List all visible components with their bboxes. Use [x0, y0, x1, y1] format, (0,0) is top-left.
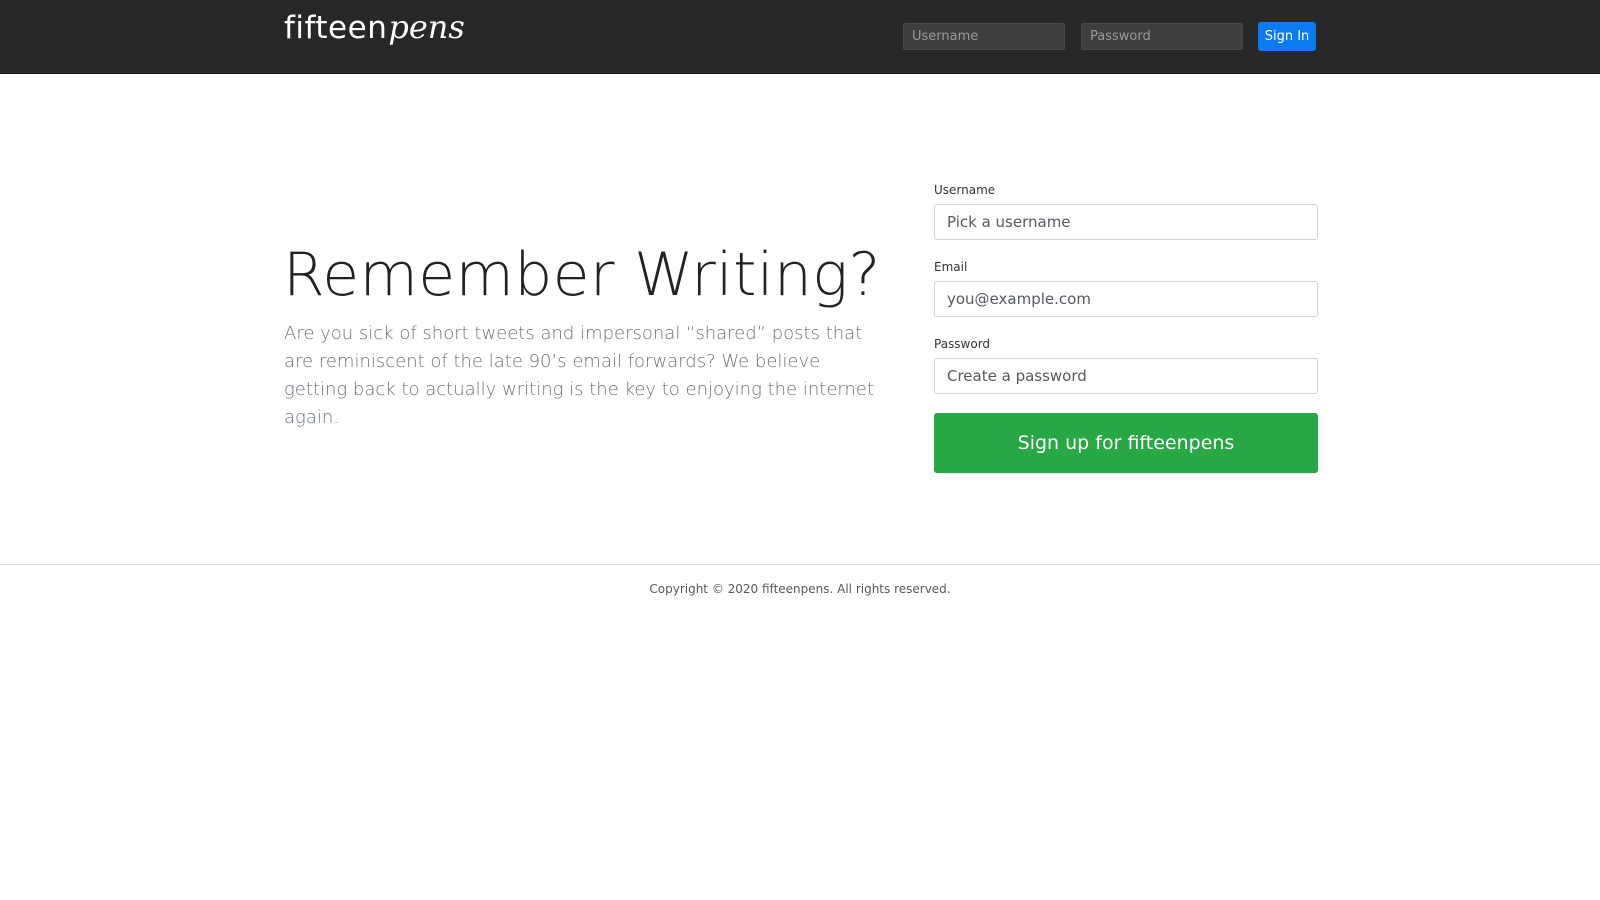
navbar-password-input[interactable]	[1081, 23, 1243, 50]
footer-divider	[0, 564, 1600, 565]
navbar-username-input[interactable]	[903, 23, 1065, 50]
email-label: Email	[934, 260, 968, 274]
password-field-group: Password	[934, 336, 1318, 394]
hero-title: Remember Writing?	[283, 240, 881, 310]
username-field-group: Username	[934, 182, 1318, 240]
username-label: Username	[934, 183, 996, 197]
site-logo[interactable]: fifteen pens	[284, 8, 465, 62]
email-field-group: Email	[934, 259, 1318, 317]
password-label: Password	[934, 337, 991, 351]
sign-in-button[interactable]: Sign In	[1258, 22, 1316, 51]
signup-form: Username Email Password Sign up for fift…	[934, 182, 1318, 473]
signup-submit-button[interactable]: Sign up for fifteenpens	[934, 413, 1318, 473]
footer-copyright: Copyright © 2020 fifteenpens. All rights…	[649, 582, 951, 596]
signup-password-input[interactable]	[934, 358, 1318, 394]
signup-email-input[interactable]	[934, 281, 1318, 317]
top-navbar: fifteen pens Sign In	[0, 0, 1600, 74]
hero-lead-text: Are you sick of short tweets and imperso…	[284, 323, 875, 428]
logo-text-main: fifteen	[284, 10, 388, 46]
signup-username-input[interactable]	[934, 204, 1318, 240]
logo-text-script: pens	[388, 8, 465, 46]
